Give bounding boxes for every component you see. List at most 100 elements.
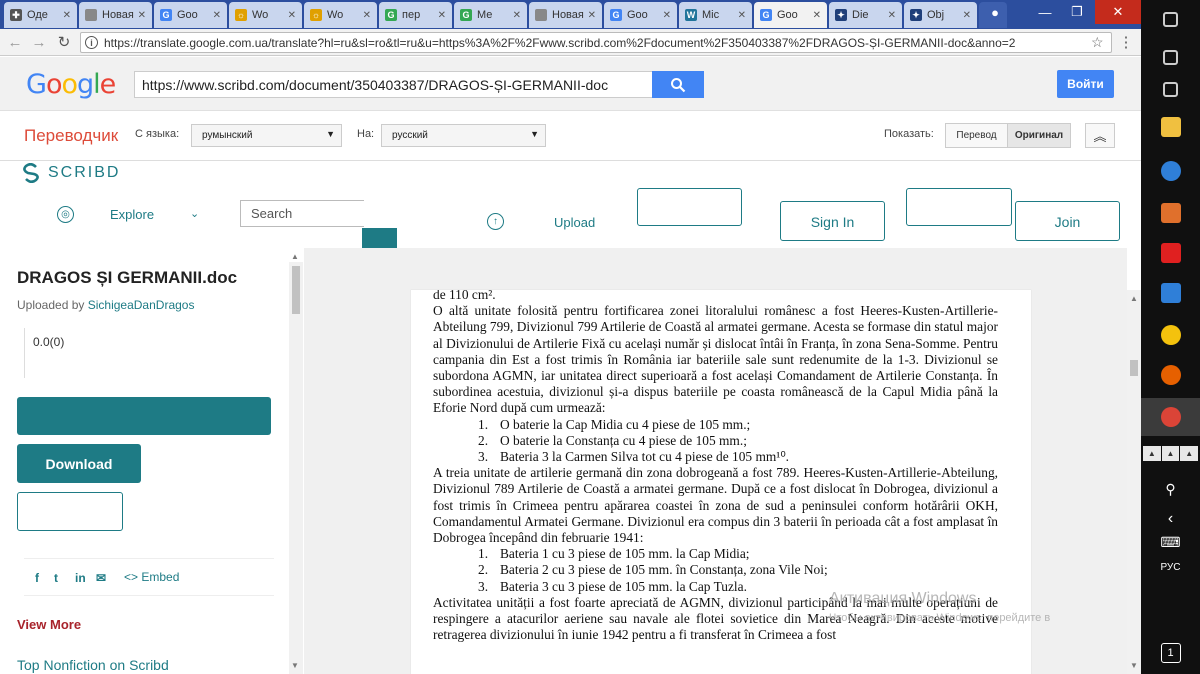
task-view-icon[interactable]: [1141, 70, 1200, 108]
join-button[interactable]: Join: [1015, 201, 1120, 241]
yandex-icon[interactable]: [1141, 234, 1200, 272]
browser-tab[interactable]: ✚ Оде ✕: [4, 2, 77, 28]
document-paragraph: de 110 cm².: [433, 290, 496, 302]
tab-close-icon[interactable]: ✕: [963, 10, 971, 21]
close-window-button[interactable]: ✕: [1095, 0, 1141, 24]
menu-icon[interactable]: ⋮: [1117, 33, 1135, 51]
scroll-up-arrow[interactable]: ▲: [291, 252, 299, 261]
tab-favicon-icon: ☼: [235, 9, 247, 21]
from-language-select[interactable]: румынский ▼: [191, 124, 342, 147]
scribd-search-input[interactable]: Search: [240, 200, 364, 227]
bookmark-star-icon[interactable]: ☆: [1091, 34, 1111, 51]
twitter-icon[interactable]: t: [54, 571, 58, 585]
browser-toolbar: ← → ↻ i https://translate.google.com.ua/…: [0, 29, 1141, 56]
browser-tab[interactable]: G Goo ✕: [154, 2, 227, 28]
to-language-select[interactable]: русский ▼: [381, 124, 546, 147]
collapse-bar-icon[interactable]: ︽: [1085, 123, 1115, 148]
browser-tab[interactable]: ✦ Obj ✕: [904, 2, 977, 28]
explore-link[interactable]: Explore: [110, 207, 154, 222]
browser-tab[interactable]: G Goo ✕: [754, 2, 827, 28]
tab-favicon-icon: ✦: [835, 9, 847, 21]
primary-action-button[interactable]: [17, 397, 271, 435]
address-url[interactable]: https://translate.google.com.ua/translat…: [104, 36, 1091, 50]
upload-link[interactable]: Upload: [554, 215, 595, 230]
media-player-icon[interactable]: [1141, 194, 1200, 232]
tab-favicon-icon: G: [460, 9, 472, 21]
tab-close-icon[interactable]: ✕: [138, 10, 146, 21]
tab-close-icon[interactable]: ✕: [213, 10, 221, 21]
browser-tab[interactable]: ✦ Die ✕: [829, 2, 902, 28]
document-scrollbar[interactable]: ▲ ▼: [1127, 290, 1141, 674]
touch-key[interactable]: ▲: [1161, 446, 1180, 461]
action-center-icon[interactable]: [1141, 0, 1200, 38]
address-bar[interactable]: i https://translate.google.com.ua/transl…: [80, 32, 1112, 53]
browser-tab[interactable]: ☼ Wo ✕: [229, 2, 302, 28]
language-indicator[interactable]: РУС: [1141, 548, 1200, 586]
tab-close-icon[interactable]: ✕: [288, 10, 296, 21]
tab-close-icon[interactable]: ✕: [438, 10, 446, 21]
browser-tab[interactable]: ☼ Wo ✕: [304, 2, 377, 28]
tab-close-icon[interactable]: ✕: [363, 10, 371, 21]
facebook-icon[interactable]: f: [35, 571, 39, 585]
edge-icon[interactable]: [1141, 152, 1200, 190]
to-language-label: На:: [357, 128, 375, 140]
browser-tab[interactable]: W Mic ✕: [679, 2, 752, 28]
scroll-down-arrow[interactable]: ▼: [291, 661, 299, 670]
google-logo[interactable]: Google: [26, 69, 116, 100]
top-nonfiction-link[interactable]: Top Nonfiction on Scribd: [17, 657, 169, 673]
maximize-button[interactable]: ❐: [1062, 0, 1092, 24]
browser-tab[interactable]: G Goo ✕: [604, 2, 677, 28]
show-original-button[interactable]: Оригинал: [1007, 123, 1071, 148]
secondary-action-button[interactable]: [17, 492, 123, 531]
tab-close-icon[interactable]: ✕: [588, 10, 596, 21]
file-explorer-icon[interactable]: [1141, 108, 1200, 146]
touch-key[interactable]: ▲: [1143, 446, 1161, 461]
minimize-button[interactable]: —: [1030, 0, 1060, 24]
email-icon[interactable]: ✉: [96, 571, 106, 585]
tab-label: Новая в: [102, 9, 134, 21]
browser-tab[interactable]: G Ме ✕: [454, 2, 527, 28]
tab-label: Die: [852, 9, 869, 21]
chevron-down-icon[interactable]: ⌄: [190, 207, 199, 220]
tab-close-icon[interactable]: ✕: [738, 10, 746, 21]
tab-close-icon[interactable]: ✕: [513, 10, 521, 21]
profile-icon[interactable]: ●: [980, 0, 1010, 24]
google-search-button[interactable]: [652, 71, 704, 98]
forward-icon[interactable]: →: [30, 33, 48, 51]
store-icon[interactable]: [1141, 274, 1200, 312]
tab-close-icon[interactable]: ✕: [63, 10, 71, 21]
scroll-up-arrow[interactable]: ▲: [1130, 294, 1138, 303]
tab-favicon-icon: ✦: [910, 9, 922, 21]
uploader-link[interactable]: SichigeaDanDragos: [88, 298, 195, 312]
site-info-icon[interactable]: i: [85, 36, 98, 49]
scribd-logo[interactable]: SCRIBD: [22, 163, 120, 183]
back-icon[interactable]: ←: [6, 33, 24, 51]
tab-close-icon[interactable]: ✕: [888, 10, 896, 21]
notifications-icon[interactable]: 1: [1141, 634, 1200, 672]
sidebar-scrollbar[interactable]: ▲ ▼: [289, 252, 303, 674]
google-url-input[interactable]: https://www.scribd.com/document/35040338…: [134, 71, 653, 98]
touch-key[interactable]: ▲: [1180, 446, 1199, 461]
reload-icon[interactable]: ↻: [55, 33, 73, 51]
view-more-link[interactable]: View More: [17, 617, 81, 632]
tab-favicon-icon: [535, 9, 547, 21]
scroll-thumb[interactable]: [1130, 360, 1138, 376]
firefox-icon[interactable]: [1141, 356, 1200, 394]
google-signin-button[interactable]: Войти: [1057, 70, 1114, 98]
download-button[interactable]: Download: [17, 444, 141, 483]
browser-tab[interactable]: Новая в ✕: [79, 2, 152, 28]
chrome-icon[interactable]: [1141, 316, 1200, 354]
sign-in-button[interactable]: Sign In: [780, 201, 885, 241]
scroll-thumb[interactable]: [292, 266, 300, 314]
browser-tab[interactable]: Gпер ✕: [379, 2, 452, 28]
browser-tab[interactable]: Новая в ✕: [529, 2, 602, 28]
tab-close-icon[interactable]: ✕: [813, 10, 821, 21]
embed-link[interactable]: <> Embed: [124, 570, 179, 584]
translate-title[interactable]: Переводчик: [24, 126, 118, 146]
show-translation-button[interactable]: Перевод: [945, 123, 1008, 148]
tab-close-icon[interactable]: ✕: [663, 10, 671, 21]
file-explorer-icon-glyph: [1160, 117, 1181, 137]
linkedin-icon[interactable]: in: [75, 571, 86, 585]
chrome-active-icon[interactable]: [1141, 398, 1200, 436]
scroll-down-arrow[interactable]: ▼: [1130, 661, 1138, 670]
